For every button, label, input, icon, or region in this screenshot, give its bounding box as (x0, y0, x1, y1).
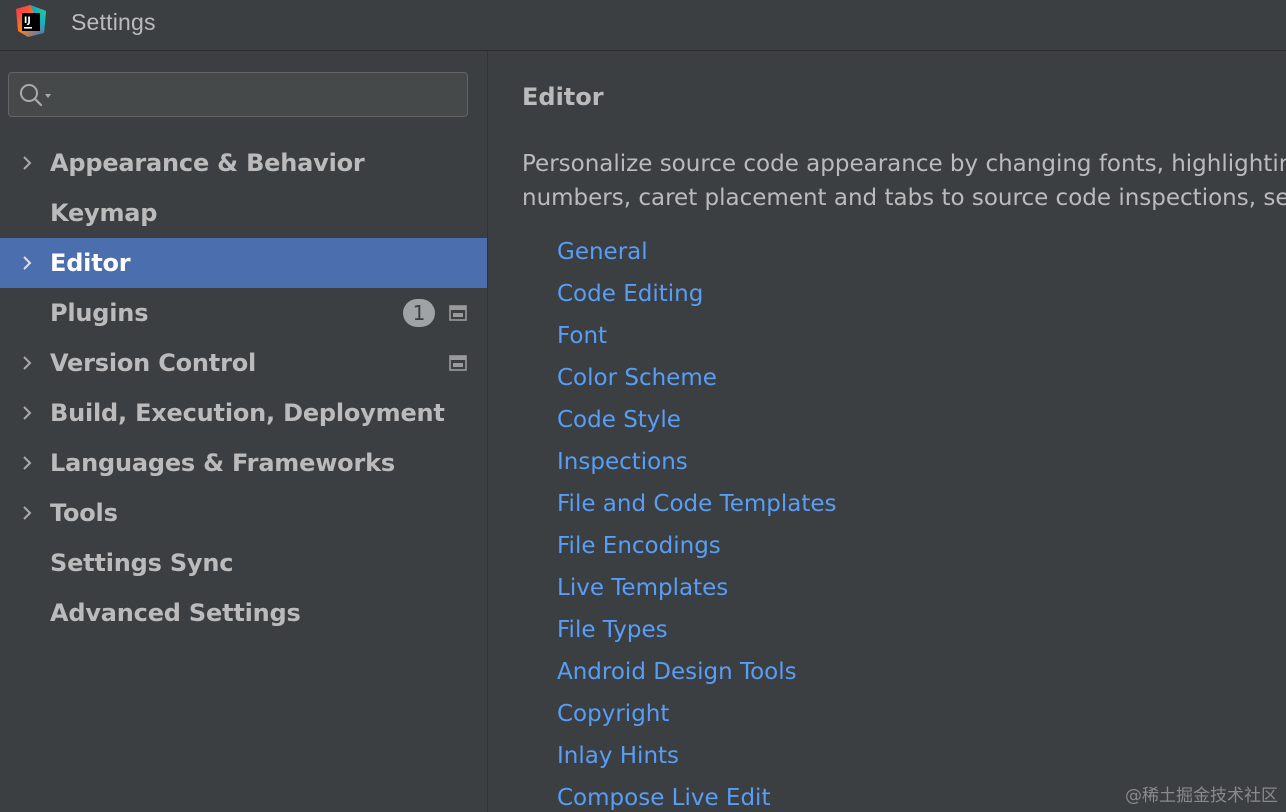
intellij-app-icon: IJ (16, 5, 46, 37)
sidebar-item-label: Appearance & Behavior (50, 149, 365, 177)
description-line: numbers, caret placement and tabs to sou… (522, 185, 1286, 211)
subpage-links: General Code Editing Font Color Scheme C… (557, 236, 837, 812)
sidebar-item-label: Languages & Frameworks (50, 449, 395, 477)
sidebar-item-tools[interactable]: Tools (0, 488, 487, 538)
page-description: Personalize source code appearance by ch… (522, 147, 1286, 215)
chevron-right-icon[interactable] (18, 354, 36, 372)
search-icon[interactable] (18, 82, 58, 108)
window-title: Settings (71, 9, 156, 35)
chevron-right-icon[interactable] (18, 404, 36, 422)
sidebar-item-build-execution-deployment[interactable]: Build, Execution, Deployment (0, 388, 487, 438)
chevron-right-icon[interactable] (18, 254, 36, 272)
settings-content-pane: Editor Personalize source code appearanc… (488, 51, 1286, 812)
link-file-types[interactable]: File Types (557, 614, 837, 656)
search-input[interactable] (61, 79, 465, 111)
link-compose-live-edit[interactable]: Compose Live Edit (557, 782, 837, 812)
link-code-style[interactable]: Code Style (557, 404, 837, 446)
chevron-right-icon[interactable] (18, 454, 36, 472)
link-live-templates[interactable]: Live Templates (557, 572, 837, 614)
sidebar-item-label: Keymap (50, 199, 158, 227)
link-android-design-tools[interactable]: Android Design Tools (557, 656, 837, 698)
sidebar-item-label: Settings Sync (50, 549, 234, 577)
link-color-scheme[interactable]: Color Scheme (557, 362, 837, 404)
sidebar-item-label: Tools (50, 499, 118, 527)
description-line: Personalize source code appearance by ch… (522, 151, 1286, 177)
sidebar-item-label: Build, Execution, Deployment (50, 399, 445, 427)
sidebar-item-label: Version Control (50, 349, 257, 377)
search-field[interactable] (8, 72, 468, 117)
sidebar-item-languages-frameworks[interactable]: Languages & Frameworks (0, 438, 487, 488)
sidebar-item-editor[interactable]: Editor (0, 238, 487, 288)
sidebar-item-keymap[interactable]: Keymap (0, 188, 487, 238)
link-font[interactable]: Font (557, 320, 837, 362)
sidebar-item-label: Editor (50, 249, 131, 277)
sidebar-item-advanced-settings[interactable]: Advanced Settings (0, 588, 487, 638)
chevron-right-icon[interactable] (18, 154, 36, 172)
sidebar-item-label: Advanced Settings (50, 599, 301, 627)
sidebar-item-label: Plugins (50, 299, 149, 327)
sidebar-item-appearance-behavior[interactable]: Appearance & Behavior (0, 138, 487, 188)
link-inlay-hints[interactable]: Inlay Hints (557, 740, 837, 782)
link-inspections[interactable]: Inspections (557, 446, 837, 488)
update-count-badge: 1 (403, 299, 435, 327)
link-copyright[interactable]: Copyright (557, 698, 837, 740)
settings-sidebar: Appearance & Behavior Keymap Editor Plug… (0, 51, 488, 812)
settings-tree: Appearance & Behavior Keymap Editor Plug… (0, 138, 487, 638)
link-file-encodings[interactable]: File Encodings (557, 530, 837, 572)
title-bar: IJ Settings (0, 0, 1286, 51)
link-general[interactable]: General (557, 236, 837, 278)
link-code-editing[interactable]: Code Editing (557, 278, 837, 320)
sidebar-item-plugins[interactable]: Plugins 1 (0, 288, 487, 338)
sidebar-item-version-control[interactable]: Version Control (0, 338, 487, 388)
page-title: Editor (522, 83, 604, 111)
svg-text:IJ: IJ (24, 16, 31, 26)
sidebar-item-settings-sync[interactable]: Settings Sync (0, 538, 487, 588)
window-icon (449, 355, 467, 371)
watermark: @稀土掘金技术社区 (1125, 786, 1278, 806)
link-file-and-code-templates[interactable]: File and Code Templates (557, 488, 837, 530)
chevron-right-icon[interactable] (18, 504, 36, 522)
window-icon (449, 305, 467, 321)
